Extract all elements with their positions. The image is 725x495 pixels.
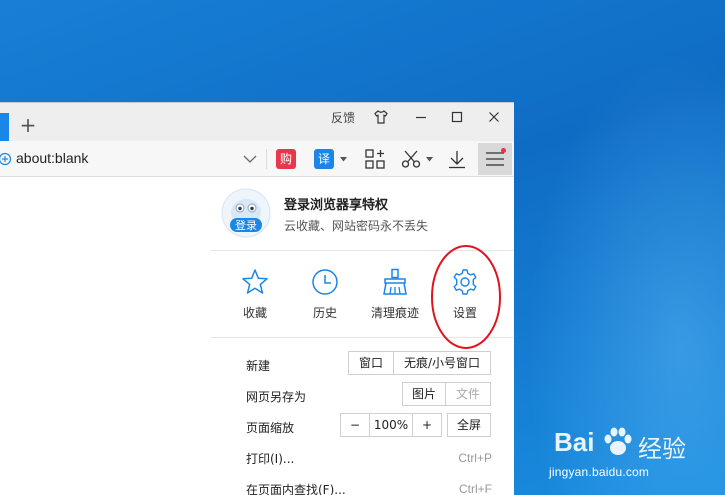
new-window-button[interactable]: 窗口 [348,351,394,375]
toolbar-divider [266,149,267,169]
caret-down-icon [425,156,433,161]
shopping-button[interactable]: 购 [276,149,296,169]
save-page-as-label: 网页另存为 [246,390,307,404]
close-window-button[interactable] [483,106,505,128]
title-bar: + 反馈 [0,103,514,141]
screenshot-dropdown[interactable] [424,147,434,171]
quick-action-history[interactable]: 历史 [290,268,360,321]
avatar-login-label: 登录 [235,219,257,232]
close-icon [489,112,499,122]
watermark-url: jingyan.baidu.com [549,465,650,479]
caret-down-icon [339,156,347,161]
address-dropdown[interactable] [242,147,258,171]
paw-icon [604,427,632,455]
annotation-circle [431,245,501,349]
watermark-brand-left: Bai [554,427,595,457]
chevron-down-icon [243,155,257,163]
fullscreen-button[interactable]: 全屏 [447,413,491,437]
screenshot-button[interactable] [400,147,422,171]
toolbar: about:blank 购 译 [0,141,514,177]
active-tab-edge[interactable] [0,113,9,141]
scissors-icon [401,150,421,168]
download-button[interactable] [446,147,468,171]
find-in-page-menu-item[interactable]: 在页面内查找(F)... [246,481,346,495]
clock-icon [312,269,338,295]
new-tab-button[interactable]: + [18,113,38,137]
quick-action-clear-traces[interactable]: 清理痕迹 [360,268,430,321]
print-shortcut: Ctrl+P [458,451,492,465]
globe-icon [0,152,12,166]
new-incognito-window-button[interactable]: 无痕/小号窗口 [393,351,491,375]
main-menu-button[interactable] [478,143,512,175]
download-icon [449,151,465,169]
quick-action-label: 清理痕迹 [370,306,419,320]
desktop-background [500,0,725,495]
zoom-out-button[interactable]: − [340,413,370,437]
quick-action-favorites[interactable]: 收藏 [220,268,290,321]
minimize-button[interactable] [410,106,432,128]
quick-action-label: 历史 [312,306,337,320]
save-as-image-button[interactable]: 图片 [402,382,446,406]
skin-button[interactable] [370,106,392,128]
zoom-level-value: 100% [369,413,413,437]
star-icon [242,269,268,294]
print-menu-item[interactable]: 打印(I)... [246,450,294,467]
broom-icon [383,268,407,295]
new-row-label: 新建 [246,359,271,373]
page-zoom-label: 页面缩放 [246,421,295,435]
extensions-button[interactable] [363,147,387,171]
translate-button[interactable]: 译 [314,149,334,169]
maximize-button[interactable] [446,106,468,128]
shirt-icon [374,110,388,124]
zoom-in-button[interactable]: + [412,413,442,437]
find-shortcut: Ctrl+F [459,482,492,495]
maximize-icon [451,111,463,123]
quick-action-label: 收藏 [242,306,267,320]
hamburger-menu-icon [486,152,504,166]
notification-dot [501,148,506,153]
translate-dropdown[interactable] [338,147,348,171]
apps-grid-icon [365,149,385,169]
minimize-icon [416,116,426,119]
watermark-brand-right: 经验 [638,435,686,463]
feedback-button[interactable]: 反馈 [331,109,355,126]
login-avatar[interactable]: 登录 [221,188,271,238]
login-title[interactable]: 登录浏览器享特权 [284,194,388,213]
login-subtitle: 云收藏、网站密码永不丢失 [284,219,429,233]
save-as-file-button[interactable]: 文件 [445,382,491,406]
address-bar[interactable]: about:blank [16,150,88,166]
